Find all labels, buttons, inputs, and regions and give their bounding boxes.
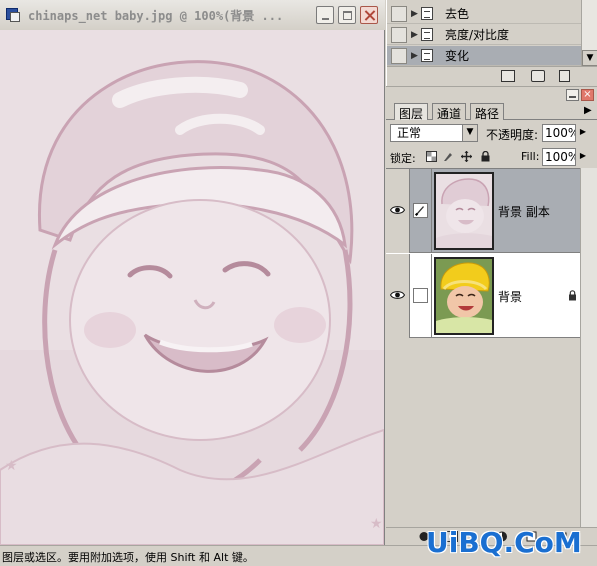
action-step-icon xyxy=(421,49,433,62)
opacity-label: 不透明度: xyxy=(486,128,539,142)
minimize-icon xyxy=(322,18,329,20)
svg-text:★: ★ xyxy=(5,458,18,474)
minimize-button[interactable] xyxy=(316,6,334,24)
opacity-arrow-icon[interactable]: ▶ xyxy=(577,124,589,142)
panel-menu-arrow-icon[interactable]: ▶ xyxy=(584,105,592,116)
fill-label: Fill: xyxy=(521,150,540,163)
layer-list: 背景 副本 背景 xyxy=(386,168,580,338)
action-step-icon xyxy=(421,28,433,41)
tab-channels[interactable]: 通道 xyxy=(432,103,467,121)
layers-tab-bar: 图层 通道 路径 ▶ xyxy=(386,103,597,121)
maximize-button[interactable] xyxy=(338,6,356,24)
close-button[interactable] xyxy=(360,6,378,24)
svg-text:★: ★ xyxy=(370,516,383,532)
layer-name: 背景 副本 xyxy=(498,205,550,219)
layers-panel-header[interactable]: × xyxy=(386,86,597,103)
action-item-desaturate[interactable]: ▶ 去色 xyxy=(387,4,581,24)
actions-scrollbar[interactable]: ▼ xyxy=(581,0,597,66)
expand-arrow-icon[interactable]: ▶ xyxy=(411,51,419,61)
action-label: 去色 xyxy=(445,7,470,21)
lock-transparent-pixels-icon[interactable] xyxy=(426,151,437,162)
action-item-variations[interactable]: ▶ 变化 xyxy=(387,46,581,66)
image-canvas[interactable]: ★ ★ xyxy=(0,30,384,545)
layer-row-background-copy[interactable]: 背景 副本 xyxy=(386,169,580,253)
eye-icon[interactable] xyxy=(390,290,405,300)
panel-minimize-button[interactable] xyxy=(566,89,579,101)
chevron-down-icon[interactable]: ▼ xyxy=(462,125,477,141)
actions-panel: ▶ 去色 ▶ 亮度/对比度 ▶ 变化 ▼ xyxy=(386,0,597,86)
document-titlebar[interactable]: chinaps_net baby.jpg @ 100%(背景 ... xyxy=(0,0,385,30)
document-title: chinaps_net baby.jpg @ 100%(背景 ... xyxy=(28,8,284,23)
action-toggle-checkbox[interactable] xyxy=(391,47,407,64)
action-label: 变化 xyxy=(445,49,470,63)
lock-all-icon[interactable] xyxy=(480,151,491,162)
layer-locked-icon xyxy=(569,290,576,301)
link-cell[interactable] xyxy=(410,169,432,253)
tab-layers[interactable]: 图层 xyxy=(394,103,429,121)
layer-thumbnail xyxy=(434,257,494,335)
action-toggle-checkbox[interactable] xyxy=(391,5,407,22)
layer-thumbnail xyxy=(434,172,494,250)
visibility-cell[interactable] xyxy=(386,254,410,338)
blend-mode-value: 正常 xyxy=(397,126,422,140)
fill-arrow-icon[interactable]: ▶ xyxy=(577,148,589,166)
create-new-set-icon[interactable] xyxy=(501,70,515,82)
link-cell[interactable] xyxy=(410,254,432,338)
actions-toolbar xyxy=(387,66,597,86)
empty-link-box xyxy=(413,288,428,303)
fill-field[interactable]: 100% xyxy=(542,148,576,166)
status-text: 图层或选区。要用附加选项，使用 Shift 和 Alt 键。 xyxy=(2,551,254,564)
tab-paths[interactable]: 路径 xyxy=(470,103,505,121)
scroll-down-arrow-icon[interactable]: ▼ xyxy=(582,50,597,66)
layers-scrollbar[interactable] xyxy=(580,168,597,533)
brush-icon xyxy=(413,203,428,218)
lock-image-pixels-icon[interactable] xyxy=(443,151,454,162)
action-label: 亮度/对比度 xyxy=(445,28,510,42)
action-item-brightness-contrast[interactable]: ▶ 亮度/对比度 xyxy=(387,25,581,45)
lock-position-icon[interactable] xyxy=(461,151,472,162)
baby-photo-faded: ★ ★ xyxy=(0,30,384,545)
blend-mode-select[interactable]: 正常 ▼ xyxy=(390,124,478,142)
layer-name: 背景 xyxy=(498,290,523,304)
visibility-cell[interactable] xyxy=(386,169,410,253)
layer-row-background[interactable]: 背景 xyxy=(386,254,580,338)
expand-arrow-icon[interactable]: ▶ xyxy=(411,30,419,40)
expand-arrow-icon[interactable]: ▶ xyxy=(411,9,419,19)
site-watermark: UiBQ.CoM xyxy=(426,526,582,559)
action-toggle-checkbox[interactable] xyxy=(391,26,407,43)
trash-icon[interactable] xyxy=(559,70,570,82)
layers-panel: 正常 ▼ 不透明度: 100% ▶ 锁定: Fill: 100% ▶ 背景 副本 xyxy=(386,120,597,545)
opacity-field[interactable]: 100% xyxy=(542,124,576,142)
eye-icon[interactable] xyxy=(390,205,405,215)
panel-close-button[interactable]: × xyxy=(581,89,594,101)
photoshop-document-icon xyxy=(4,6,22,24)
action-step-icon xyxy=(421,7,433,20)
create-new-action-icon[interactable] xyxy=(531,70,545,82)
document-window: chinaps_net baby.jpg @ 100%(背景 ... ★ ★ xyxy=(0,0,385,545)
lock-label: 锁定: xyxy=(390,152,416,165)
maximize-icon xyxy=(343,11,352,20)
